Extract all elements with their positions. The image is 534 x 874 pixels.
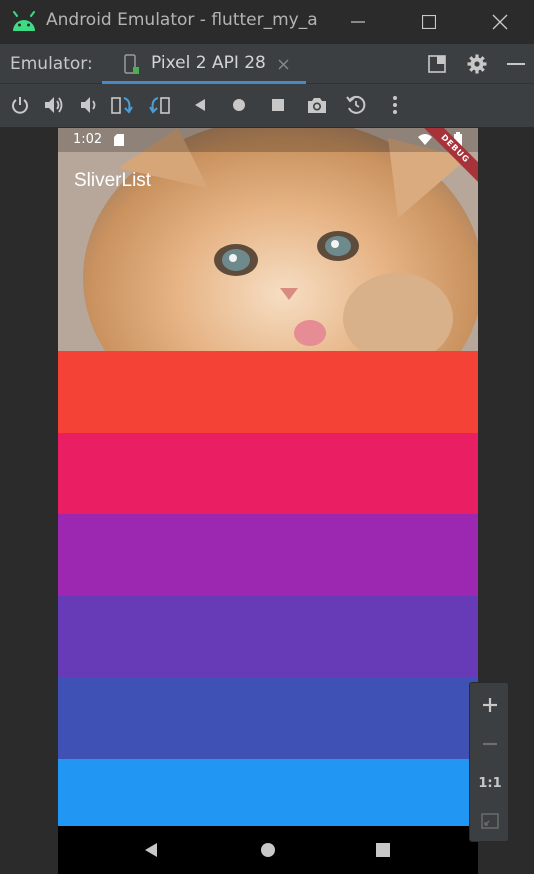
zoom-fit-button[interactable] (470, 803, 510, 839)
rotate-right-button[interactable] (148, 93, 172, 117)
more-icon (393, 96, 397, 114)
volume-down-button[interactable] (76, 93, 100, 117)
emulator-label: Emulator: (10, 54, 93, 74)
plus-icon (483, 698, 497, 712)
volume-up-icon (45, 97, 63, 113)
emulator-toolbar (0, 85, 534, 127)
camera-icon (308, 98, 326, 113)
volume-up-button[interactable] (42, 93, 66, 117)
maximize-button[interactable] (405, 0, 453, 44)
window-title: Android Emulator - flutter_my_a (46, 10, 318, 30)
snapshot-button[interactable] (344, 93, 368, 117)
status-time: 1:02 (73, 132, 103, 147)
close-window-button[interactable] (476, 0, 524, 44)
gear-icon (467, 54, 487, 74)
home-button[interactable] (227, 93, 251, 117)
minimize-button[interactable] (334, 0, 382, 44)
nav-home-icon[interactable] (260, 842, 276, 858)
list-item[interactable] (58, 514, 478, 596)
list-item[interactable] (58, 596, 478, 677)
window-mode-icon (428, 55, 446, 73)
screenshot-button[interactable] (305, 93, 329, 117)
tab-active-indicator (102, 81, 306, 84)
nav-back-icon[interactable] (143, 842, 159, 858)
maximize-icon (422, 15, 436, 29)
tab-device-label: Pixel 2 API 28 (151, 53, 266, 73)
minus-icon (507, 63, 525, 65)
device-icon (124, 54, 139, 74)
back-icon (195, 99, 205, 111)
overview-icon (272, 99, 284, 111)
minimize-icon (351, 21, 365, 23)
more-button[interactable] (383, 93, 407, 117)
list-item[interactable] (58, 433, 478, 514)
android-logo-icon (13, 11, 35, 31)
sd-card-icon (114, 134, 124, 146)
status-bar: 1:02 (58, 128, 478, 152)
appbar-title: SliverList (74, 170, 152, 191)
snapshot-icon (346, 95, 366, 114)
window-mode-button[interactable] (425, 52, 449, 76)
zoom-actual-size-button[interactable]: 1:1 (470, 765, 510, 801)
close-icon (492, 14, 508, 30)
rotate-left-icon (111, 97, 133, 114)
power-icon (12, 97, 28, 114)
tab-close-icon[interactable] (278, 59, 289, 70)
power-button[interactable] (8, 93, 32, 117)
list-item[interactable] (58, 677, 478, 759)
back-button[interactable] (188, 93, 212, 117)
minus-icon (483, 742, 497, 746)
phone-screen[interactable]: 1:02 SliverList DEBUG (58, 128, 478, 874)
home-icon (233, 99, 245, 111)
zoom-in-button[interactable] (470, 687, 510, 723)
fit-screen-icon (481, 813, 499, 829)
rotate-left-button[interactable] (110, 93, 134, 117)
nav-overview-icon[interactable] (376, 843, 390, 857)
header-image: 1:02 SliverList DEBUG (58, 128, 478, 351)
kitten-image (58, 128, 478, 351)
tab-device[interactable]: Pixel 2 API 28 (102, 44, 306, 84)
list-item[interactable] (58, 759, 478, 826)
list-item[interactable] (58, 351, 478, 433)
android-nav-bar (58, 826, 478, 874)
wifi-icon (418, 134, 432, 145)
volume-down-icon (81, 97, 96, 113)
hide-panel-button[interactable] (504, 52, 528, 76)
title-bar: Android Emulator - flutter_my_a (0, 0, 534, 44)
emulator-tab-bar: Emulator: Pixel 2 API 28 (0, 44, 534, 84)
rotate-right-icon (149, 97, 170, 114)
settings-button[interactable] (465, 52, 489, 76)
overview-button[interactable] (266, 93, 290, 117)
zoom-panel: 1:1 (469, 682, 509, 842)
zoom-out-button[interactable] (470, 726, 510, 762)
